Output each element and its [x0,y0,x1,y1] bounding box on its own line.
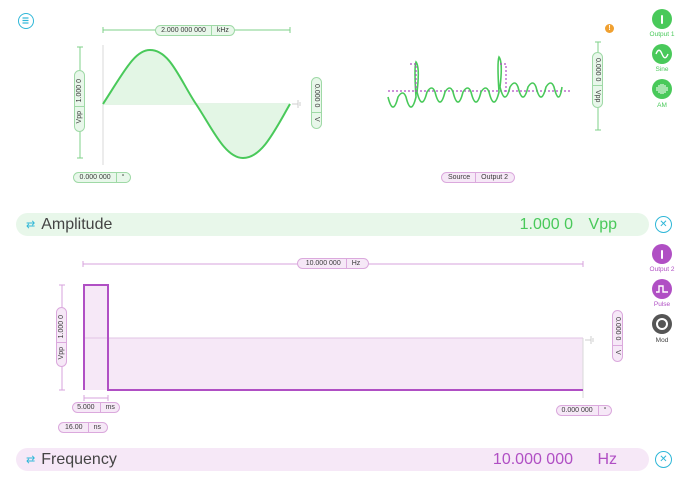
am-modulation-button[interactable] [652,79,672,99]
mod-label: Mod [655,337,669,344]
output1-label: Output 1 [649,31,675,38]
am-label: AM [657,102,667,109]
channel2-amplitude-field[interactable]: 1.000 0 Vpp [56,307,67,367]
channel1-amplitude-field[interactable]: 1.000 0 Vpp [74,70,85,132]
parameter-value: 1.000 0 [519,215,573,233]
channel2-offset-field[interactable]: 0.000 0V [612,310,623,362]
channel2-tools-button[interactable]: ✕ [655,451,672,468]
pulse-waveform-button[interactable] [652,279,672,299]
channel1-offset-field[interactable]: 0.000 0V [311,77,322,129]
ground-icon [585,336,594,344]
output2-label: Output 2 [649,266,675,273]
mod-ring-icon [656,318,668,330]
parameter-label: Frequency [41,450,117,468]
pulse-wave-icon [656,285,668,293]
power-icon [661,249,663,259]
channel2-width-field[interactable]: 5.000 ms [72,402,120,413]
parameter-label: Amplitude [41,215,113,233]
am-modulation-icon [656,84,668,94]
mod-button[interactable] [652,314,672,334]
pulse-label: Pulse [653,301,671,308]
channel1-mod-amplitude-field[interactable]: 0.000 0 Vpp [592,52,603,108]
channel1-tools-button[interactable]: ✕ [655,216,672,233]
sine-waveform-button[interactable] [652,44,672,64]
channel2-parameter-bar[interactable]: ⇄ Frequency 10.000 000 Hz [16,448,649,471]
swap-arrows-icon[interactable]: ⇄ [26,453,35,466]
channel1-phase-field[interactable]: 0.000 000 ° [73,172,131,183]
channel2-edge-time-field[interactable]: 16.00 ns [58,422,108,433]
channel2-frequency-field[interactable]: 10.000 000 Hz [297,258,369,269]
channel2-phase-field[interactable]: 0.000 000 ° [556,405,612,416]
channel1-source-field[interactable]: Source Output 2 [441,172,515,183]
power-icon [661,14,663,24]
channel1-parameter-bar[interactable]: ⇄ Amplitude 1.000 0 Vpp [16,213,649,236]
swap-arrows-icon[interactable]: ⇄ [26,218,35,231]
parameter-value: 10.000 000 [492,450,573,468]
tools-icon: ✕ [659,219,668,230]
parameter-unit: Vpp [588,215,617,233]
output2-power-button[interactable] [652,244,672,264]
tools-icon: ✕ [659,454,668,465]
channel1-frequency-field[interactable]: 2.000 000 000 kHz [155,25,235,36]
sine-label: Sine [655,66,669,73]
sine-wave-icon [655,49,669,59]
warning-icon[interactable]: ! [605,24,614,33]
output1-power-button[interactable] [652,9,672,29]
ground-icon [292,100,301,108]
parameter-unit: Hz [597,450,617,468]
